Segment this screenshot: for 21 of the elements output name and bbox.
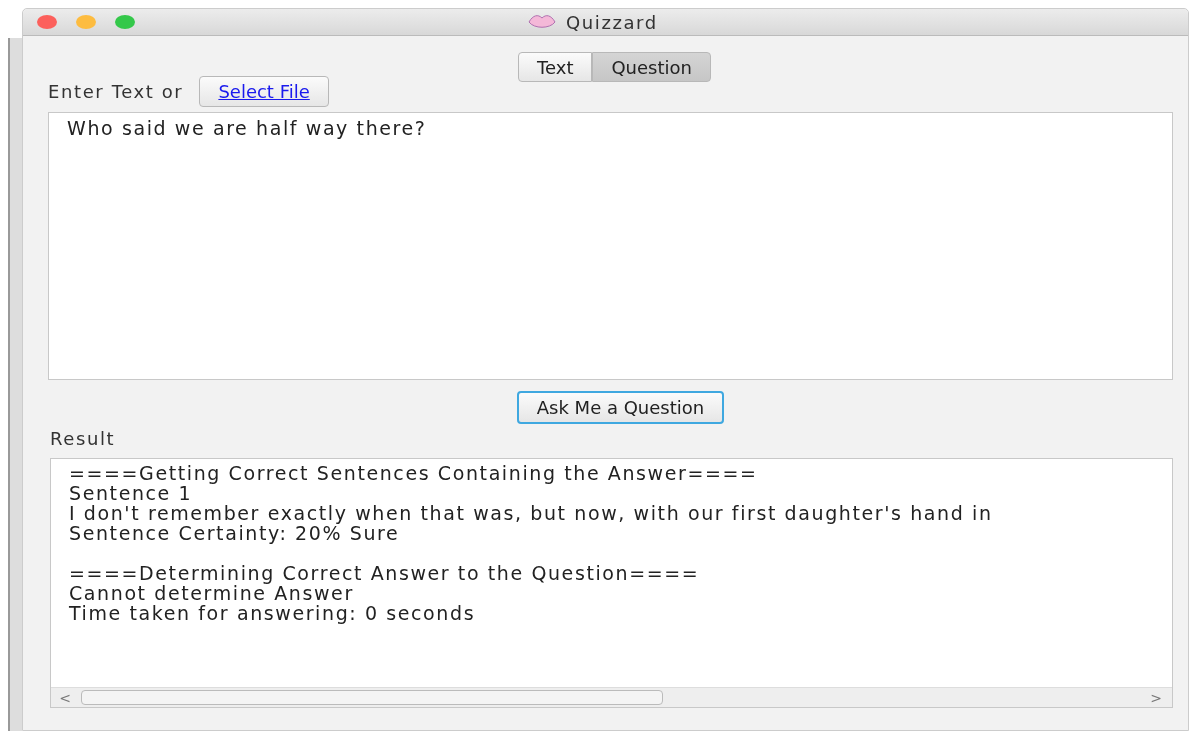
scroll-right-arrow[interactable]: > — [1142, 689, 1172, 706]
text-input-field[interactable]: Who said we are half way there? — [48, 112, 1173, 380]
result-line: I don't remember exactly when that was, but now, with our first daughter's hand in — [69, 502, 993, 524]
minimize-button[interactable] — [76, 15, 96, 29]
close-button[interactable] — [37, 15, 57, 29]
ask-button[interactable]: Ask Me a Question — [516, 391, 725, 424]
result-line: ====Determining Correct Answer to the Question==== — [69, 562, 700, 584]
zoom-button[interactable] — [115, 15, 135, 29]
segment-tab[interactable]: Question — [592, 52, 711, 82]
select-file-button[interactable]: Select File — [199, 76, 329, 107]
result-line: ====Getting Correct Sentences Containing the Answer==== — [69, 462, 758, 484]
lips-icon — [528, 13, 556, 31]
horizontal-scrollbar[interactable]: < > — [51, 687, 1172, 707]
result-line: Time taken for answering: 0 seconds — [69, 602, 476, 624]
scroll-left-arrow[interactable]: < — [51, 689, 81, 706]
result-label: Result — [50, 428, 117, 449]
window-title: Quizzard — [566, 11, 658, 33]
result-line: Sentence 1 — [69, 482, 193, 504]
scroll-thumb[interactable] — [81, 690, 663, 705]
segment-tab[interactable]: Text — [518, 52, 593, 82]
input-label: Enter Text or — [48, 81, 184, 102]
